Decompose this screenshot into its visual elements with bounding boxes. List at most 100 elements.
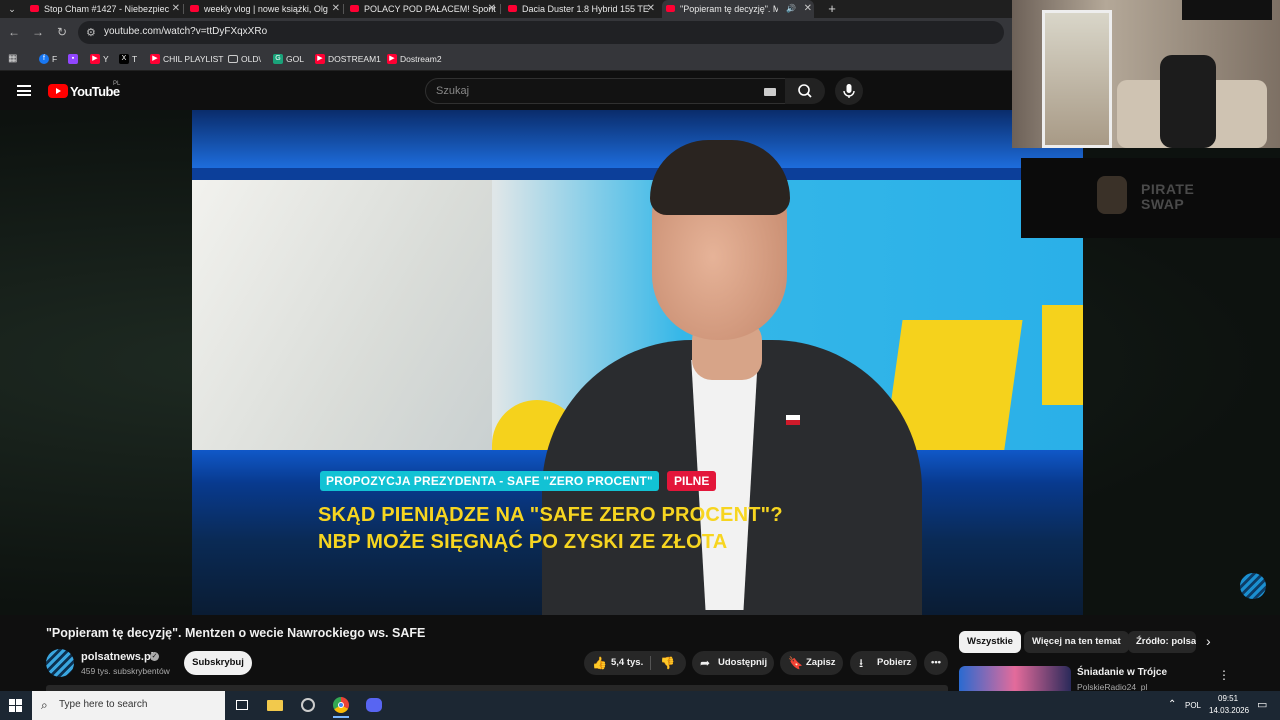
webcam-door (1042, 10, 1112, 148)
back-arrow-icon[interactable]: ← (7, 25, 21, 39)
close-tab-icon[interactable]: ✕ (804, 0, 812, 18)
webcam-chair (1160, 55, 1216, 148)
youtube-icon: ▶ (150, 54, 160, 64)
notification-icon[interactable]: ▭ (1257, 698, 1267, 711)
bookmark-item[interactable]: G GOL (273, 53, 304, 65)
suggested-video-thumbnail[interactable] (959, 666, 1071, 691)
more-actions-button[interactable]: ••• (924, 651, 948, 675)
chrome-icon[interactable] (331, 695, 351, 718)
subscribe-button[interactable]: Subskrybuj (184, 651, 252, 675)
task-view-icon[interactable] (232, 695, 252, 715)
address-bar[interactable]: ⚙ youtube.com/watch?v=ttDyFXqxXRo (78, 21, 1004, 44)
taskbar-search-placeholder: Type here to search (59, 699, 148, 710)
discord-icon[interactable] (364, 695, 384, 715)
tab-search-chevron-icon[interactable]: ⌄ (4, 0, 20, 18)
browser-tab[interactable]: POLACY POD PAŁACEM! Spont ✕ (346, 0, 498, 18)
voice-search-button[interactable] (835, 77, 863, 105)
more-vertical-icon[interactable]: ⋮ (1218, 668, 1230, 682)
bookmark-item[interactable]: X T (119, 53, 137, 65)
apps-grid-icon[interactable]: ▦ (8, 53, 17, 64)
speaker-icon[interactable]: 🔊 (786, 0, 796, 18)
bookmark-icon: 🔖 (788, 656, 803, 670)
thumbs-down-icon: 👎 (660, 656, 675, 670)
share-arrow-icon: ➦ (700, 656, 711, 670)
youtube-favicon-icon (30, 5, 39, 12)
bookmark-label: Y (103, 54, 109, 64)
share-label: Udostępnij (718, 657, 768, 668)
youtube-logo-icon[interactable] (48, 84, 68, 98)
save-label: Zapisz (806, 657, 836, 668)
channel-avatar[interactable] (46, 649, 74, 677)
share-button[interactable]: ➦ Udostępnij (692, 651, 774, 675)
browser-toolbar: ← → ↻ ⚙ youtube.com/watch?v=ttDyFXqxXRo (0, 18, 1012, 47)
channel-watermark-icon[interactable] (1240, 573, 1266, 599)
more-horizontal-icon: ••• (931, 657, 941, 668)
language-indicator[interactable]: POL (1185, 701, 1201, 710)
tab-separator (183, 4, 184, 14)
browser-tab-active[interactable]: "Popieram tę decyzję". Men 🔊 ✕ (662, 0, 814, 18)
bookmark-label: CHIL PLAYLIST (163, 54, 224, 64)
tab-title: POLACY POD PAŁACEM! Spont (364, 4, 496, 14)
reload-icon[interactable]: ↻ (55, 25, 69, 39)
windows-start-icon[interactable] (9, 699, 22, 712)
like-button[interactable]: 👍 5,4 tys. (584, 651, 650, 675)
bookmark-folder[interactable]: OLD\ (228, 53, 261, 65)
chip-all[interactable]: Wszystkie (959, 631, 1021, 653)
keyboard-icon[interactable] (764, 88, 776, 96)
breaking-badge: PILNE (667, 471, 717, 491)
tray-chevron-icon[interactable]: ⌃ (1168, 699, 1176, 710)
youtube-favicon-icon (350, 5, 359, 12)
bookmark-item[interactable]: ▪ (68, 53, 81, 65)
close-tab-icon[interactable]: ✕ (172, 0, 180, 18)
headline-line-1: SKĄD PIENIĄDZE NA "SAFE ZERO PROCENT"? (318, 504, 783, 526)
bookmark-label: T (132, 54, 138, 64)
close-tab-icon[interactable]: ✕ (488, 0, 496, 18)
taskbar-search-input[interactable]: ⌕ Type here to search (32, 691, 225, 720)
video-player[interactable]: PROPOZYCJA PREZYDENTA - SAFE "ZERO PROCE… (192, 110, 1083, 615)
flag-pin-icon (786, 415, 800, 425)
webcam-tv (1182, 0, 1272, 20)
clock-date[interactable]: 14.03.2026 (1209, 706, 1249, 715)
youtube-favicon-icon (190, 5, 199, 12)
chip-next-chevron-icon[interactable]: › (1206, 633, 1211, 649)
suggested-video-title[interactable]: Śniadanie w Trójce (1077, 667, 1167, 678)
bookmark-label: OLD\ (241, 54, 261, 64)
search-placeholder: Szukaj (436, 85, 470, 97)
studio-window (192, 180, 492, 480)
browser-tab[interactable]: Dacia Duster 1.8 Hybrid 155 TE ✕ (504, 0, 657, 18)
close-tab-icon[interactable]: ✕ (647, 0, 655, 18)
bookmark-item[interactable]: f F (39, 53, 57, 65)
download-button[interactable]: ⭳ Pobierz (850, 651, 917, 675)
bookmark-label: F (52, 54, 58, 64)
search-button[interactable] (785, 78, 825, 104)
chip-related[interactable]: Więcej na ten temat (1024, 631, 1129, 653)
browser-tab[interactable]: weekly vlog | nowe książki, Olg ✕ (186, 0, 342, 18)
bookmark-item[interactable]: ▶ Dostream2 (387, 53, 442, 65)
file-explorer-icon[interactable] (265, 695, 285, 715)
folder-icon (228, 55, 238, 63)
bookmark-item[interactable]: ▶ Y (90, 53, 109, 65)
save-button[interactable]: 🔖 Zapisz (780, 651, 843, 675)
new-tab-button[interactable]: + (825, 0, 839, 18)
bookmark-item[interactable]: ▶ CHIL PLAYLIST (150, 53, 223, 65)
bookmark-item[interactable]: ▶ DOSTREAM1 (315, 53, 381, 65)
channel-name[interactable]: polsatnews.pl (81, 651, 154, 663)
video-details: "Popieram tę decyzję". Mentzen o wecie N… (0, 615, 1280, 692)
site-info-icon[interactable]: ⚙ (86, 26, 96, 39)
chip-source[interactable]: Źródło: polsa (1128, 631, 1196, 653)
hamburger-menu-icon[interactable] (17, 85, 31, 96)
app-launcher-icon[interactable] (298, 695, 318, 715)
youtube-icon: ▶ (387, 54, 397, 64)
clock-time[interactable]: 09:51 (1218, 694, 1238, 703)
search-input[interactable]: Szukaj (425, 78, 789, 104)
sponsor-overlay: PIRATE SWAP (1021, 158, 1280, 238)
tab-title: Stop Cham #1427 - Niebezpiec (44, 4, 170, 14)
download-label: Pobierz (877, 657, 912, 668)
headline-line-2: NBP MOŻE SIĘGNĄĆ PO ZYSKI ZE ZŁOTA (318, 531, 728, 553)
forward-arrow-icon[interactable]: → (31, 25, 45, 39)
browser-tab[interactable]: Stop Cham #1427 - Niebezpiec ✕ (26, 0, 182, 18)
dislike-button[interactable]: 👎 (651, 651, 686, 675)
like-dislike-group: 👍 5,4 tys. 👎 (584, 651, 686, 675)
close-tab-icon[interactable]: ✕ (332, 0, 340, 18)
search-icon: ⌕ (41, 698, 48, 712)
